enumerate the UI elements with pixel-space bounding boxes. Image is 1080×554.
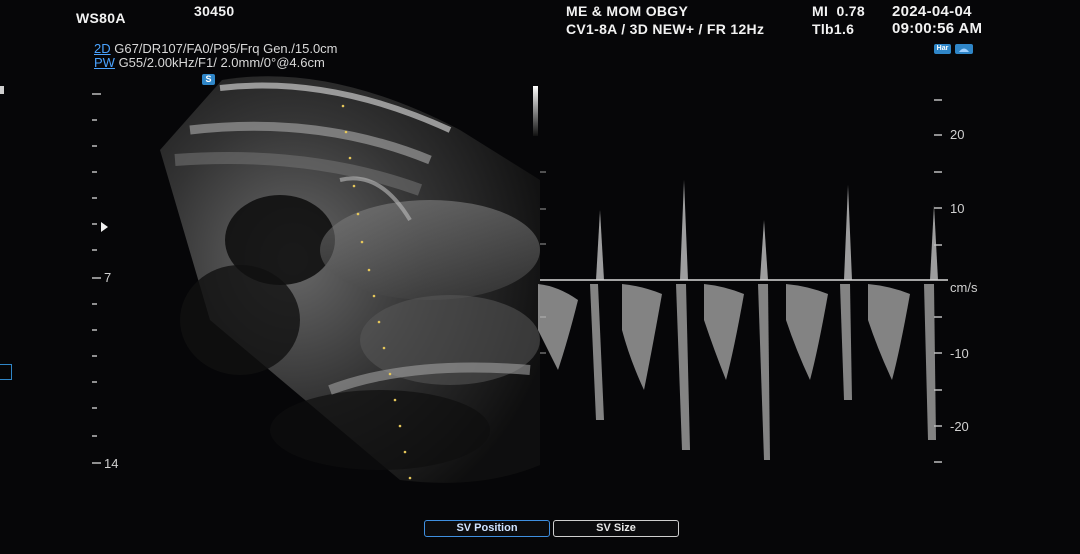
velocity-label-10: 10 — [950, 201, 965, 216]
velocity-unit-label: cm/s — [950, 280, 978, 295]
doppler-spectrum[interactable] — [538, 80, 950, 480]
focus-marker-icon — [101, 222, 108, 232]
harmonic-badge: Har — [934, 44, 951, 54]
device-model: WS80A — [76, 10, 126, 26]
bmode-image[interactable] — [150, 70, 550, 490]
depth-label-14: 14 — [104, 456, 119, 471]
institution-name: ME & MOM OBGY — [566, 3, 689, 19]
param-line-2d: 2D G67/DR107/FA0/P95/Frq Gen./15.0cm — [94, 41, 338, 56]
exam-date: 2024-04-04 — [892, 3, 972, 20]
thermal-index: Tlb1.6 — [812, 21, 855, 37]
mode-2d-label[interactable]: 2D — [94, 41, 111, 56]
param-line-pw: PW G55/2.00kHz/F1/ 2.0mm/0°@4.6cm — [94, 55, 325, 70]
params-pw: G55/2.00kHz/F1/ 2.0mm/0°@4.6cm — [114, 55, 325, 70]
patient-id: 30450 — [194, 3, 235, 19]
sv-size-button[interactable]: SV Size — [553, 520, 679, 537]
edge-marker — [0, 86, 4, 94]
sv-position-button[interactable]: SV Position — [424, 520, 550, 537]
mechanical-index: MI 0.78 — [812, 3, 865, 19]
velocity-label-neg20: -20 — [950, 419, 969, 434]
velocity-label-20: 20 — [950, 127, 965, 142]
velocity-scale — [934, 99, 942, 463]
params-2d: G67/DR107/FA0/P95/Frq Gen./15.0cm — [110, 41, 338, 56]
velocity-label-neg10: -10 — [950, 346, 969, 361]
side-panel-tab[interactable] — [0, 364, 12, 380]
depth-label-7: 7 — [104, 270, 112, 285]
probe-info: CV1-8A / 3D NEW+ / FR 12Hz — [566, 21, 765, 37]
mode-pw-label[interactable]: PW — [94, 55, 115, 70]
depth-scale — [92, 93, 108, 464]
exam-time: 09:00:56 AM — [892, 20, 983, 37]
probe-icon — [955, 44, 973, 54]
